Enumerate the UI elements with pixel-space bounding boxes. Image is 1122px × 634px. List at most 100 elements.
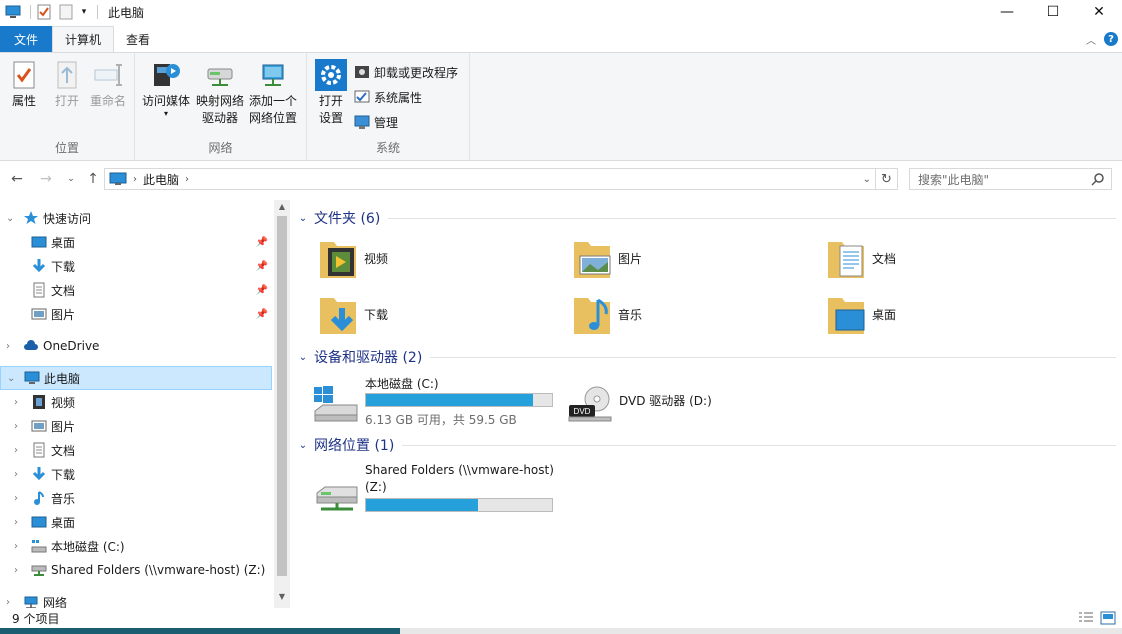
nav-quick-desktop[interactable]: 桌面 📌 [0, 230, 272, 254]
scroll-thumb[interactable] [277, 216, 287, 576]
expand-chevron-icon[interactable]: › [6, 597, 16, 608]
share-name-line-1: Shared Folders (\\vmware-host) [365, 463, 554, 477]
recent-locations-dropdown[interactable]: ⌄ [62, 170, 80, 188]
folder-music[interactable]: 音乐 [572, 292, 642, 336]
dropdown-arrow-icon: ▾ [163, 109, 168, 118]
expand-chevron-icon[interactable]: › [14, 541, 24, 552]
nav-this-pc[interactable]: ⌄ 此电脑 [0, 366, 272, 390]
search-input[interactable]: 搜索"此电脑" [909, 168, 1112, 190]
expand-chevron-icon[interactable]: › [14, 517, 24, 528]
forward-button[interactable]: → [37, 170, 55, 188]
map-network-drive-button[interactable]: 映射网络 驱动器 [194, 59, 246, 127]
expand-chevron-icon[interactable]: › [6, 341, 16, 352]
access-media-button[interactable]: 访问媒体 ▾ [141, 59, 191, 118]
nav-network[interactable]: › 网络 [0, 590, 272, 608]
expand-chevron-icon[interactable]: › [14, 565, 24, 576]
properties-quick-icon[interactable] [35, 3, 53, 21]
tab-file[interactable]: 文件 [0, 26, 52, 52]
nav-pc-music[interactable]: › 音乐 [0, 486, 272, 510]
pin-icon[interactable]: 📌 [256, 285, 268, 296]
large-icons-view-icon[interactable] [1100, 611, 1116, 625]
collapse-chevron-icon[interactable]: ⌄ [296, 213, 310, 224]
minimize-button[interactable]: — [984, 0, 1030, 24]
new-folder-quick-icon[interactable] [57, 3, 75, 21]
pin-icon[interactable]: 📌 [256, 261, 268, 272]
folder-videos[interactable]: 视频 [318, 236, 388, 280]
map-drive-label-1: 映射网络 [195, 94, 244, 108]
section-folders[interactable]: ⌄ 文件夹 (6) [296, 207, 1116, 229]
scroll-up-arrow-icon[interactable]: ▲ [277, 202, 287, 211]
nav-pc-videos[interactable]: › 视频 [0, 390, 272, 414]
search-icon[interactable] [1091, 172, 1105, 186]
nav-quick-documents[interactable]: 文档 📌 [0, 278, 272, 302]
customize-dropdown-icon[interactable]: ▾ [79, 3, 89, 21]
nav-quick-pictures[interactable]: 图片 📌 [0, 302, 272, 326]
help-icon[interactable]: ? [1104, 32, 1118, 46]
folder-desktop[interactable]: 桌面 [826, 292, 896, 336]
tab-computer[interactable]: 计算机 [52, 26, 115, 53]
close-button[interactable]: ✕ [1076, 0, 1122, 24]
nav-pc-desktop[interactable]: › 桌面 [0, 510, 272, 534]
section-devices[interactable]: ⌄ 设备和驱动器 (2) [296, 346, 1116, 368]
nav-pc-downloads[interactable]: › 下载 [0, 462, 272, 486]
open-settings-button[interactable]: 打开 设置 [315, 59, 347, 127]
nav-pc-documents[interactable]: › 文档 [0, 438, 272, 462]
rename-button[interactable]: 重命名 [88, 59, 128, 110]
scroll-down-arrow-icon[interactable]: ▼ [277, 592, 287, 601]
expand-chevron-icon[interactable]: › [14, 493, 24, 504]
add-network-location-button[interactable]: 添加一个 网络位置 [247, 59, 299, 127]
uninstall-label: 卸载或更改程序 [374, 65, 459, 80]
star-icon [24, 211, 38, 224]
network-location-icon [262, 64, 284, 86]
section-network-locations[interactable]: ⌄ 网络位置 (1) [296, 434, 1116, 456]
breadcrumb-separator-icon[interactable]: › [185, 174, 189, 185]
pictures-icon [31, 420, 47, 432]
properties-button[interactable]: 属性 [6, 59, 42, 110]
nav-quick-downloads[interactable]: 下载 📌 [0, 254, 272, 278]
address-dropdown-icon[interactable]: ⌄ [863, 174, 871, 185]
nav-label: OneDrive [43, 339, 100, 353]
expand-chevron-icon[interactable]: › [14, 445, 24, 456]
collapse-chevron-icon[interactable]: ⌄ [296, 352, 310, 363]
up-button[interactable]: ↑ [84, 170, 102, 188]
computer-icon[interactable] [4, 3, 22, 21]
pin-icon[interactable]: 📌 [256, 237, 268, 248]
address-bar[interactable]: › 此电脑 › ⌄ [104, 168, 876, 190]
add-location-label-1: 添加一个 [248, 94, 297, 108]
expand-chevron-icon[interactable]: ⌄ [7, 373, 17, 384]
nav-pc-shared-folders[interactable]: › Shared Folders (\\vmware-host) (Z:) [0, 558, 272, 582]
back-button[interactable]: ← [8, 170, 26, 188]
collapse-chevron-icon[interactable]: ⌄ [296, 440, 310, 451]
expand-chevron-icon[interactable]: › [14, 469, 24, 480]
pin-icon[interactable]: 📌 [256, 309, 268, 320]
expand-chevron-icon[interactable]: ⌄ [6, 213, 16, 224]
network-share-z[interactable]: Shared Folders (\\vmware-host) (Z:) [313, 463, 593, 515]
nav-onedrive[interactable]: › OneDrive [0, 334, 272, 358]
drive-d[interactable]: DVD DVD 驱动器 (D:) [567, 375, 767, 427]
expand-chevron-icon[interactable]: › [14, 397, 24, 408]
breadcrumb-separator-icon[interactable]: › [133, 174, 137, 185]
nav-pc-local-disk[interactable]: › 本地磁盘 (C:) [0, 534, 272, 558]
nav-scrollbar[interactable]: ▲ ▼ [274, 200, 290, 608]
nav-label: 桌面 [51, 515, 76, 530]
system-properties-button[interactable]: 系统属性 [354, 86, 422, 108]
tab-view[interactable]: 查看 [114, 26, 162, 52]
folder-downloads[interactable]: 下载 [318, 292, 388, 336]
nav-label: 本地磁盘 (C:) [51, 539, 125, 554]
nav-label: 下载 [51, 467, 76, 482]
open-button[interactable]: 打开 [50, 59, 84, 110]
refresh-button[interactable]: ↻ [876, 168, 898, 190]
drive-c[interactable]: 本地磁盘 (C:) 6.13 GB 可用，共 59.5 GB [313, 375, 563, 427]
collapse-ribbon-icon[interactable]: ︿ [1086, 32, 1096, 47]
uninstall-programs-button[interactable]: 卸载或更改程序 [354, 61, 458, 83]
expand-chevron-icon[interactable]: › [14, 421, 24, 432]
nav-quick-access[interactable]: ⌄ 快速访问 [0, 206, 272, 230]
nav-label: 下载 [51, 259, 76, 274]
folder-pictures[interactable]: 图片 [572, 236, 642, 280]
folder-documents[interactable]: 文档 [826, 236, 896, 280]
details-view-icon[interactable] [1078, 611, 1094, 625]
manage-button[interactable]: 管理 [354, 111, 398, 133]
nav-pc-pictures[interactable]: › 图片 [0, 414, 272, 438]
breadcrumb-this-pc[interactable]: 此电脑 [143, 171, 179, 188]
maximize-button[interactable]: ☐ [1030, 0, 1076, 24]
